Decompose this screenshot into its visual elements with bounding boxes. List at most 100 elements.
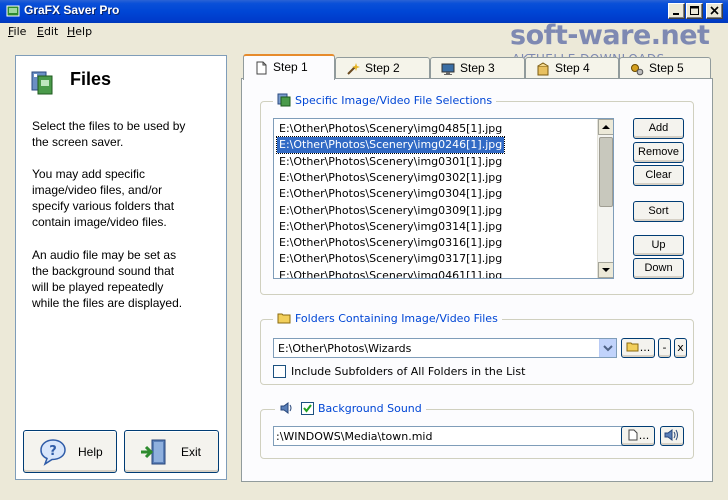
desc-line: An audio file may be set as [32, 248, 177, 262]
clear-button[interactable]: Clear [633, 165, 684, 186]
file-list-item[interactable]: E:\Other\Photos\Scenery\img0309[1].jpg [277, 203, 504, 219]
tab-step-2[interactable]: Step 2 [335, 57, 430, 79]
minimize-button[interactable] [668, 3, 685, 19]
file-list-item[interactable]: E:\Other\Photos\Scenery\img0246[1].jpg [275, 136, 506, 155]
legend-text: Specific Image/Video File Selections [295, 94, 493, 107]
tab-label: Step 1 [273, 60, 308, 74]
gears-icon [631, 64, 644, 76]
close-button[interactable] [706, 3, 723, 19]
speaker-icon [280, 402, 292, 414]
scroll-thumb[interactable] [599, 137, 613, 207]
watermark-main: soft-ware.net [510, 20, 710, 51]
desc-line: while the files are displayed. [32, 296, 183, 310]
desc-line: the screen saver. [32, 135, 124, 149]
tab-label: Step 2 [365, 61, 400, 75]
help-label: Help [78, 445, 103, 459]
move-up-button[interactable]: Up [633, 235, 684, 256]
move-down-button[interactable]: Down [633, 258, 684, 279]
chevron-down-icon [603, 345, 613, 352]
step-1-panel: Specific Image/Video File Selections E:\… [241, 78, 713, 482]
sound-path-field[interactable]: :\WINDOWS\Media\town.mid [273, 426, 643, 446]
tab-step-4[interactable]: Step 4 [525, 57, 619, 79]
folder-select-value: E:\Other\Photos\Wizards [278, 342, 412, 355]
file-list-item[interactable]: E:\Other\Photos\Scenery\img0316[1].jpg [277, 235, 504, 251]
exit-door-icon [141, 439, 166, 465]
svg-text:?: ? [49, 444, 57, 459]
description-select: Select the files to be used by the scree… [32, 118, 212, 150]
file-list-item[interactable]: E:\Other\Photos\Scenery\img0304[1].jpg [277, 186, 504, 202]
desc-line: Select the files to be used by [32, 119, 186, 133]
menu-edit[interactable]: Edit [37, 25, 58, 38]
scroll-down-button[interactable] [598, 262, 613, 278]
monitor-icon [441, 63, 455, 75]
legend-text: Background Sound [318, 402, 422, 415]
exit-label: Exit [181, 445, 202, 459]
image-files-icon [277, 93, 291, 107]
browse-document-icon [628, 429, 638, 441]
package-icon [537, 62, 549, 76]
file-selection-legend: Specific Image/Video File Selections [273, 93, 497, 109]
panel-heading: Files [70, 69, 112, 89]
browse-label: ... [639, 341, 651, 354]
file-list-item[interactable]: E:\Other\Photos\Scenery\img0485[1].jpg [277, 121, 504, 137]
app-icon [6, 5, 20, 17]
folders-group: Folders Containing Image/Video Files E:\… [260, 311, 694, 385]
files-icon [31, 71, 53, 95]
help-icon: ? [40, 439, 66, 466]
description-audio: An audio file may be set as the backgrou… [32, 247, 212, 311]
folder-icon [277, 313, 291, 324]
speaker-play-icon [664, 429, 678, 441]
tab-step-3[interactable]: Step 3 [430, 57, 525, 79]
exit-button[interactable]: Exit [124, 430, 219, 473]
add-button[interactable]: Add [633, 118, 684, 139]
sparkle-wand-icon [347, 63, 360, 75]
folder-minus-button[interactable]: - [658, 338, 671, 358]
description-add: You may add specific image/video files, … [32, 166, 212, 230]
sort-button[interactable]: Sort [633, 201, 684, 222]
help-button[interactable]: ? Help [23, 430, 117, 473]
file-list[interactable]: E:\Other\Photos\Scenery\img0485[1].jpg E:… [273, 118, 614, 279]
close-icon [710, 6, 719, 15]
tab-label: Step 5 [649, 61, 684, 75]
scroll-up-button[interactable] [598, 119, 613, 135]
sound-path-value: :\WINDOWS\Media\town.mid [276, 430, 433, 443]
remove-button[interactable]: Remove [633, 142, 684, 163]
include-subfolders-label: Include Subfolders of All Folders in the… [291, 365, 526, 378]
browse-folder-button[interactable]: ... [621, 338, 655, 358]
desc-line: You may add specific [32, 167, 145, 181]
checkmark-icon [303, 404, 312, 413]
file-list-item[interactable]: E:\Other\Photos\Scenery\img0317[1].jpg [277, 251, 504, 267]
folder-select-dropdown-button[interactable] [599, 339, 616, 357]
desc-line: the background sound that [32, 264, 175, 278]
play-sound-button[interactable] [660, 426, 684, 446]
menu-file[interactable]: File [8, 25, 26, 38]
folder-select[interactable]: E:\Other\Photos\Wizards [273, 338, 617, 358]
maximize-icon [690, 6, 699, 15]
folders-legend: Folders Containing Image/Video Files [273, 311, 502, 327]
file-list-item[interactable]: E:\Other\Photos\Scenery\img0461[1].jpg [277, 268, 504, 278]
document-icon [256, 61, 267, 75]
arrow-down-icon [602, 268, 610, 272]
open-folder-icon [626, 342, 639, 352]
info-panel: Files Select the files to be used by the… [15, 55, 227, 480]
desc-line: specify various folders that [32, 199, 175, 213]
browse-sound-button[interactable]: ... [621, 426, 655, 446]
tab-step-5[interactable]: Step 5 [619, 57, 711, 79]
folder-remove-button[interactable]: x [674, 338, 687, 358]
menu-help[interactable]: Help [67, 25, 92, 38]
file-list-item[interactable]: E:\Other\Photos\Scenery\img0301[1].jpg [277, 154, 504, 170]
include-subfolders-checkbox[interactable] [273, 365, 286, 378]
file-selection-group: Specific Image/Video File Selections E:\… [260, 93, 694, 295]
background-sound-group: Background Sound :\WINDOWS\Media\town.mi… [260, 401, 694, 459]
tab-step-1[interactable]: Step 1 [243, 54, 335, 80]
minimize-icon [673, 13, 679, 15]
file-list-item[interactable]: E:\Other\Photos\Scenery\img0314[1].jpg [277, 219, 504, 235]
maximize-button[interactable] [686, 3, 703, 19]
browse-label: ... [638, 429, 650, 442]
app-window: GraFX Saver Pro File Edit Help soft-ware… [0, 0, 728, 500]
file-list-scrollbar[interactable] [597, 119, 613, 278]
arrow-up-icon [602, 125, 610, 129]
window-title: GraFX Saver Pro [24, 3, 120, 17]
background-sound-checkbox[interactable] [301, 402, 314, 415]
file-list-item[interactable]: E:\Other\Photos\Scenery\img0302[1].jpg [277, 170, 504, 186]
